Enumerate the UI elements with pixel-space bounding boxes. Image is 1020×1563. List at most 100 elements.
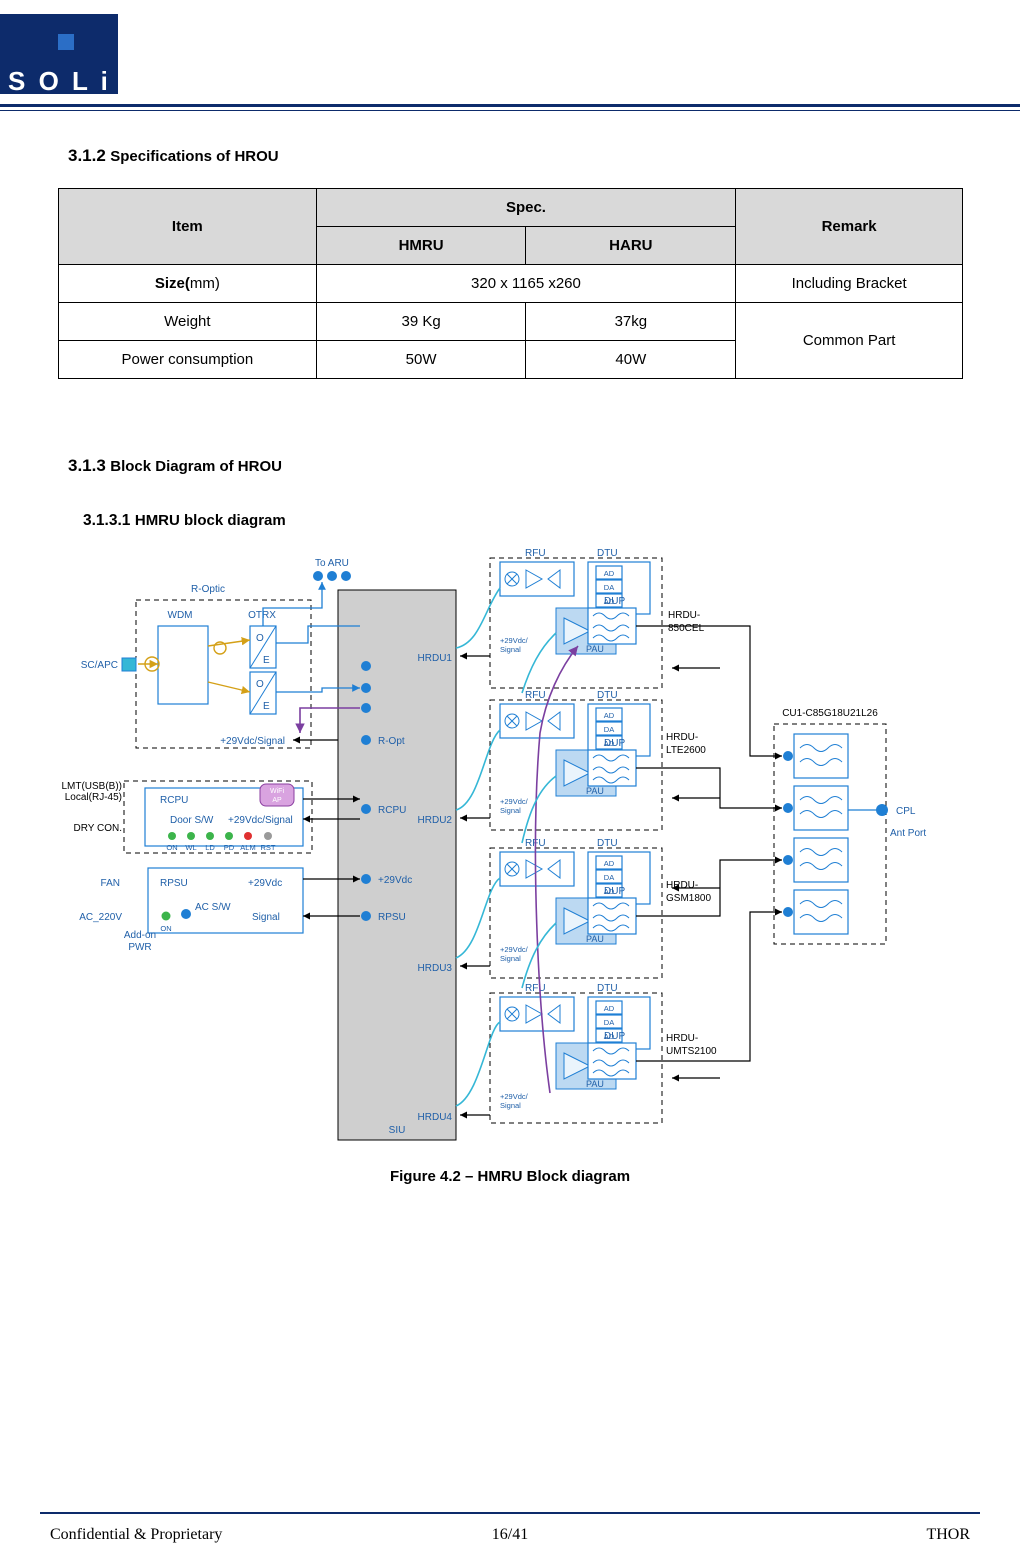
label-29vdc-sig-2b: Signal bbox=[500, 806, 521, 815]
label-local-rj45: Local(RJ-45) bbox=[65, 792, 122, 803]
cyan-riser-2 bbox=[521, 775, 557, 844]
label-fan: FAN bbox=[101, 878, 120, 889]
label-rfu-1: RFU bbox=[525, 548, 546, 559]
led-pd bbox=[225, 832, 233, 840]
cyan-link-hrdu2 bbox=[455, 729, 501, 811]
siu-block bbox=[337, 589, 457, 1141]
cell-weight-haru: 37kg bbox=[525, 302, 737, 341]
cell-weight-hmru: 39 Kg bbox=[315, 302, 527, 341]
cu1-port-3 bbox=[783, 855, 793, 865]
cable-hrdu4-cu1 bbox=[636, 908, 782, 1062]
label-dup-3: DUP bbox=[604, 886, 625, 897]
logo-accent-square bbox=[58, 34, 74, 50]
rfu-box-3 bbox=[499, 851, 575, 887]
label-29vdc-sig-1b: Signal bbox=[500, 645, 521, 654]
fiber-link-wdm-oe2 bbox=[207, 681, 251, 695]
table-row: Weight 39 Kg 37kg Common Part bbox=[58, 302, 963, 379]
label-dup-1: DUP bbox=[604, 596, 625, 607]
cell-size-remark: Including Bracket bbox=[735, 264, 963, 303]
label-rcpu-line: RCPU bbox=[378, 805, 406, 816]
label-hrdu4: HRDU4 bbox=[418, 1112, 453, 1123]
label-pau-3: PAU bbox=[586, 934, 604, 944]
label-da-1: DA bbox=[604, 583, 614, 592]
label-rpsu-line: RPSU bbox=[378, 912, 406, 923]
led-ld bbox=[206, 832, 214, 840]
label-ac-sw: AC S/W bbox=[195, 902, 231, 913]
label-door-sw: Door S/W bbox=[170, 815, 214, 826]
label-oe1-o: O bbox=[256, 633, 264, 644]
label-led-on: ON bbox=[166, 843, 177, 852]
cable-hrdu1-cu1 bbox=[636, 625, 782, 760]
cell-item-size-bold: Size( bbox=[154, 275, 190, 292]
cyan-link-hrdu1 bbox=[455, 587, 501, 649]
footer-page-number: 16/41 bbox=[491, 1526, 529, 1543]
heading-title-313: Block Diagram of HROU bbox=[110, 458, 282, 475]
heading-title-3131: HMRU block diagram bbox=[134, 512, 286, 529]
heading-block-diagram: 3.1.3 Block Diagram of HROU bbox=[68, 456, 282, 476]
wdm-box bbox=[157, 625, 209, 705]
cable-hrdu2-cu1 bbox=[636, 767, 782, 812]
label-hrdu-umts-1: HRDU- bbox=[666, 1033, 698, 1044]
label-signal-rpsu: Signal bbox=[252, 912, 280, 923]
label-hrdu1: HRDU1 bbox=[418, 653, 453, 664]
cell-item-size-light: mm) bbox=[189, 275, 220, 292]
label-wdm: WDM bbox=[168, 610, 193, 621]
cu1-port-1 bbox=[783, 751, 793, 761]
label-hrdu-gsm-1: HRDU- bbox=[666, 880, 698, 891]
cu1-port-4 bbox=[783, 907, 793, 917]
label-hrdu-umts-2: UMTS2100 bbox=[666, 1046, 717, 1057]
cell-size-value: 320 x 1165 x260 bbox=[315, 264, 737, 303]
label-oe1-e: E bbox=[263, 655, 270, 666]
label-ant-port: Ant Port bbox=[890, 828, 926, 839]
label-hrdu-lte-1: HRDU- bbox=[666, 732, 698, 743]
footer-rule bbox=[40, 1512, 980, 1514]
label-hrdu-850-1: HRDU- bbox=[668, 610, 700, 621]
label-da-4: DA bbox=[604, 1018, 614, 1027]
label-rpsu-box: RPSU bbox=[160, 878, 188, 889]
label-hrdu2: HRDU2 bbox=[418, 815, 453, 826]
cell-item-weight: Weight bbox=[58, 302, 317, 341]
cell-item-size: Size(mm) bbox=[58, 264, 317, 303]
label-pau-2: PAU bbox=[586, 786, 604, 796]
label-29vdc-signal-rcpu: +29Vdc/Signal bbox=[228, 815, 293, 826]
combiner-box-3 bbox=[793, 837, 849, 883]
label-dup-2: DUP bbox=[604, 738, 625, 749]
header-haru: HARU bbox=[525, 226, 737, 265]
specifications-table: Item Spec. Remark HMRU HARU Size(mm) 320… bbox=[58, 188, 963, 379]
label-da-3: DA bbox=[604, 873, 614, 882]
label-hrdu-lte-2: LTE2600 bbox=[666, 745, 706, 756]
solid-logo: S O L i D bbox=[0, 14, 118, 127]
led-rst bbox=[264, 832, 272, 840]
label-rcpu-box: RCPU bbox=[160, 795, 188, 806]
label-oe2-e: E bbox=[263, 701, 270, 712]
rfu-box-4 bbox=[499, 996, 575, 1032]
page-footer: Confidential & Proprietary 16/41 THOR bbox=[40, 1520, 980, 1554]
label-dry-con: DRY CON. bbox=[73, 823, 122, 834]
cyan-link-hrdu3 bbox=[455, 877, 501, 959]
rpsu-port bbox=[361, 911, 371, 921]
power-port bbox=[361, 874, 371, 884]
label-29vdc-sig-3a: +29Vdc/ bbox=[500, 945, 529, 954]
rcpu-port bbox=[361, 804, 371, 814]
label-lmt-usb: LMT(USB(B)) bbox=[61, 781, 122, 792]
label-ad-3a: AD bbox=[604, 859, 615, 868]
cell-power-hmru: 50W bbox=[315, 340, 527, 379]
label-dtu-3: DTU bbox=[597, 838, 618, 849]
label-sc-apc: SC/APC bbox=[81, 660, 118, 671]
heading-number-313: 3.1.3 bbox=[68, 456, 106, 475]
label-led-pd: PD bbox=[224, 843, 235, 852]
label-led-alm: ALM bbox=[240, 843, 255, 852]
siu-port-optic-1 bbox=[361, 661, 371, 671]
siu-port-optic-3 bbox=[361, 703, 371, 713]
heading-hmru-block-diagram: 3.1.3.1 HMRU block diagram bbox=[83, 512, 286, 530]
label-siu: SIU bbox=[389, 1125, 406, 1136]
rfu-box-1 bbox=[499, 561, 575, 597]
combiner-box-4 bbox=[793, 889, 849, 935]
led-alm bbox=[244, 832, 252, 840]
label-29vdc-sig-4b: Signal bbox=[500, 1101, 521, 1110]
label-led-ld: LD bbox=[205, 843, 215, 852]
rfu-box-2 bbox=[499, 703, 575, 739]
header-rule-bottom bbox=[0, 110, 1020, 111]
cell-common-part-remark: Common Part bbox=[735, 302, 963, 379]
aru-port-1 bbox=[313, 571, 323, 581]
